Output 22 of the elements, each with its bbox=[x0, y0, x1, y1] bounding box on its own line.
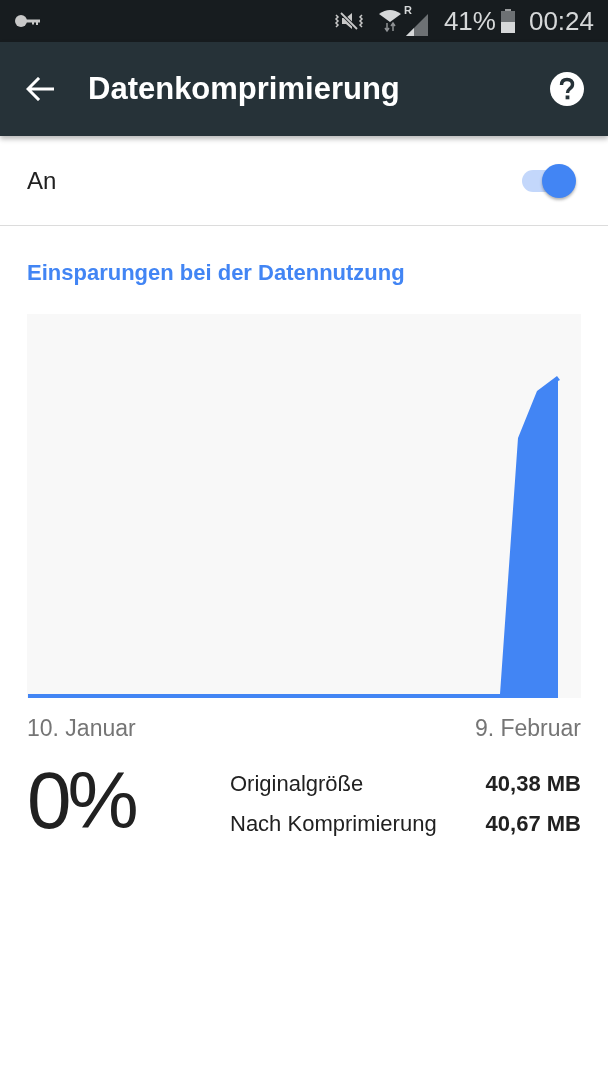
battery-percent: 41% bbox=[443, 6, 496, 36]
clock-time: 00:24 bbox=[528, 6, 594, 36]
help-button[interactable] bbox=[550, 72, 584, 106]
stat-label: Originalgröße bbox=[230, 769, 364, 798]
toggle-switch[interactable] bbox=[520, 162, 578, 199]
screen-title: Datenkomprimierung bbox=[88, 71, 401, 107]
back-button[interactable] bbox=[26, 77, 54, 101]
start-date-label: 10. Januar bbox=[27, 715, 136, 742]
toggle-label: An bbox=[27, 166, 57, 195]
wifi-icon bbox=[377, 9, 402, 33]
end-date-label: 9. Februar bbox=[474, 715, 581, 742]
vibrate-mute-icon bbox=[333, 9, 364, 33]
battery-icon bbox=[500, 9, 515, 33]
help-icon bbox=[550, 72, 584, 106]
stat-value: 40,38 MB bbox=[485, 769, 581, 798]
section-title: Einsparungen bei der Datennutzung bbox=[27, 259, 406, 286]
savings-percent: 0% bbox=[27, 755, 137, 847]
roaming-label: R bbox=[403, 4, 412, 16]
back-arrow-icon bbox=[26, 77, 54, 101]
key-icon bbox=[15, 15, 41, 27]
stat-value: 40,67 MB bbox=[485, 809, 581, 838]
stat-label: Nach Komprimierung bbox=[230, 809, 437, 838]
